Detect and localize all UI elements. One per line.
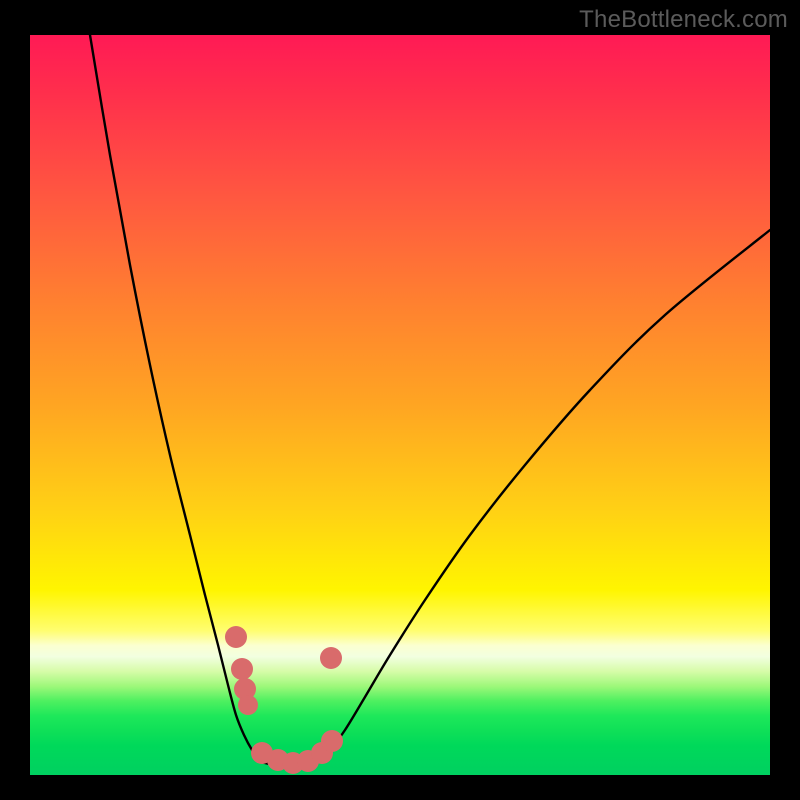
valley-marker — [320, 647, 342, 669]
bottleneck-curve — [90, 35, 770, 766]
valley-marker — [225, 626, 247, 648]
watermark-label: TheBottleneck.com — [579, 6, 788, 34]
plot-area — [30, 35, 770, 775]
valley-markers — [225, 626, 343, 774]
valley-marker — [231, 658, 253, 680]
valley-marker — [238, 695, 258, 715]
curve-path — [90, 35, 770, 766]
chart-frame: TheBottleneck.com — [0, 0, 800, 800]
curve-svg — [30, 35, 770, 775]
valley-marker — [321, 730, 343, 752]
